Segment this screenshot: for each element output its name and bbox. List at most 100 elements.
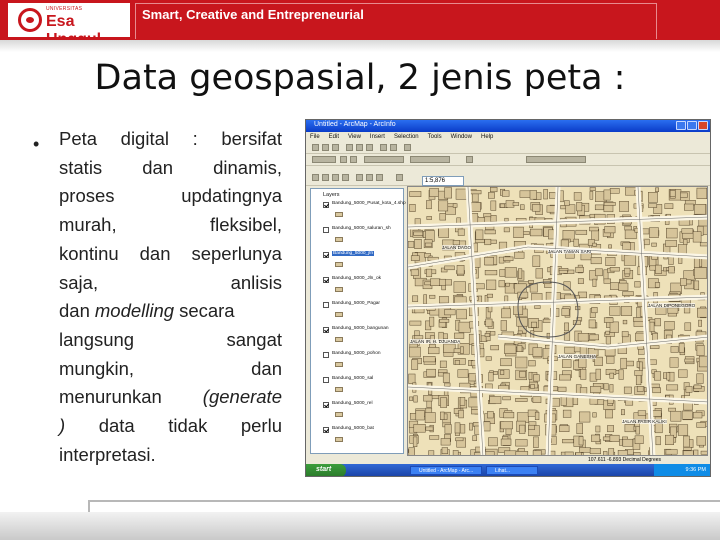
bullet-word: dan <box>59 300 90 322</box>
layer-visibility-checkbox[interactable] <box>323 227 329 233</box>
zoom-in-icon[interactable] <box>312 174 319 181</box>
bullet-word: modelling <box>94 300 175 322</box>
menu-item-window[interactable]: Window <box>451 134 472 140</box>
taskbar-item-arcmap[interactable]: Untitled - ArcMap - Arc... <box>410 466 482 475</box>
georeferencing-dropdown[interactable] <box>526 156 586 163</box>
building-footprint <box>668 407 676 412</box>
sketch-tool-icon[interactable] <box>350 156 357 163</box>
identify-icon[interactable] <box>366 174 373 181</box>
open-icon[interactable] <box>322 144 329 151</box>
cut-icon[interactable] <box>346 144 353 151</box>
zoom-out-icon[interactable] <box>322 174 329 181</box>
save-icon[interactable] <box>332 144 339 151</box>
building-footprint <box>409 396 414 401</box>
layer-visibility-checkbox[interactable] <box>323 277 329 283</box>
building-footprint <box>560 239 569 248</box>
layer-symbol-swatch <box>335 212 343 217</box>
layer-visibility-checkbox[interactable] <box>323 302 329 308</box>
building-footprint <box>505 282 510 287</box>
building-footprint <box>483 421 491 432</box>
menu-item-selection[interactable]: Selection <box>394 134 419 140</box>
bullet-word: anlisis <box>230 271 282 293</box>
add-data-icon[interactable] <box>404 144 411 151</box>
menu-item-insert[interactable]: Insert <box>370 134 385 140</box>
building-footprint <box>603 202 616 206</box>
layer-visibility-checkbox[interactable] <box>323 202 329 208</box>
measure-icon[interactable] <box>376 174 383 181</box>
map-view[interactable]: JALAN DAGO JALAN IR. H. DJUANDA JALAN TAMA… <box>407 186 708 456</box>
menu-item-tools[interactable]: Tools <box>428 134 442 140</box>
building-footprint <box>438 227 449 238</box>
building-footprint <box>559 374 571 381</box>
map-canvas[interactable] <box>408 187 708 456</box>
building-footprint <box>442 372 450 383</box>
menu-item-file[interactable]: File <box>310 134 320 140</box>
layer-visibility-checkbox[interactable] <box>323 327 329 333</box>
menu-item-help[interactable]: Help <box>481 134 493 140</box>
attributes-icon[interactable] <box>466 156 473 163</box>
menu-item-view[interactable]: View <box>348 134 361 140</box>
building-footprint <box>429 435 440 440</box>
building-footprint <box>603 451 608 455</box>
layer-symbol-swatch <box>335 312 343 317</box>
bullet-line: ) data tidak perlu <box>59 412 282 441</box>
building-footprint <box>698 319 702 327</box>
building-footprint <box>441 447 448 454</box>
building-footprint <box>452 203 458 208</box>
building-footprint <box>654 423 663 434</box>
layer-name: Bandung_5000_Pusat_kota_4.shp <box>332 201 406 206</box>
task-dropdown[interactable] <box>364 156 404 163</box>
layer-visibility-checkbox[interactable] <box>323 402 329 408</box>
drawing-icon[interactable] <box>396 174 403 181</box>
university-logo: UNIVERSITAS Esa Unggul <box>8 3 130 48</box>
undo-icon[interactable] <box>380 144 387 151</box>
layer-visibility-checkbox[interactable] <box>323 427 329 433</box>
start-button[interactable]: start <box>306 464 346 476</box>
full-extent-icon[interactable] <box>342 174 349 181</box>
toolbar-editor <box>306 154 710 166</box>
building-footprint <box>624 225 632 231</box>
building-footprint <box>655 264 662 274</box>
menu-item-edit[interactable]: Edit <box>329 134 339 140</box>
pan-icon[interactable] <box>332 174 339 181</box>
building-footprint <box>429 188 439 197</box>
building-footprint <box>426 216 432 220</box>
building-footprint <box>680 192 688 198</box>
map-scale-input[interactable]: 1:5,876 <box>422 176 464 186</box>
building-footprint <box>578 358 587 368</box>
status-bar: 107.611 -6.893 Decimal Degrees <box>306 456 710 464</box>
building-footprint <box>454 422 461 434</box>
building-footprint <box>666 384 679 391</box>
editor-dropdown[interactable] <box>312 156 336 163</box>
minimize-button[interactable] <box>676 121 686 130</box>
building-footprint <box>499 269 506 277</box>
building-footprint <box>515 439 528 447</box>
layer-visibility-checkbox[interactable] <box>323 252 329 258</box>
paste-icon[interactable] <box>366 144 373 151</box>
building-footprint <box>572 396 579 405</box>
target-dropdown[interactable] <box>410 156 450 163</box>
building-footprint <box>603 317 614 323</box>
copy-icon[interactable] <box>356 144 363 151</box>
maximize-button[interactable] <box>687 121 697 130</box>
building-footprint <box>500 369 505 375</box>
logo-subtitle: UNIVERSITAS <box>46 6 83 12</box>
building-footprint <box>669 357 679 368</box>
building-footprint <box>696 345 705 356</box>
edit-tool-icon[interactable] <box>340 156 347 163</box>
building-footprint <box>531 321 537 328</box>
building-footprint <box>578 436 584 446</box>
building-footprint <box>670 410 682 422</box>
building-footprint <box>681 410 693 420</box>
redo-icon[interactable] <box>390 144 397 151</box>
taskbar-item-other[interactable]: Lihat... <box>486 466 538 475</box>
building-footprint <box>456 309 467 320</box>
layer-visibility-checkbox[interactable] <box>323 377 329 383</box>
new-icon[interactable] <box>312 144 319 151</box>
layer-visibility-checkbox[interactable] <box>323 352 329 358</box>
select-features-icon[interactable] <box>356 174 363 181</box>
building-footprint <box>634 281 641 288</box>
bullet-word: tidak <box>168 415 208 437</box>
close-button[interactable] <box>698 121 708 130</box>
building-footprint <box>620 357 627 370</box>
